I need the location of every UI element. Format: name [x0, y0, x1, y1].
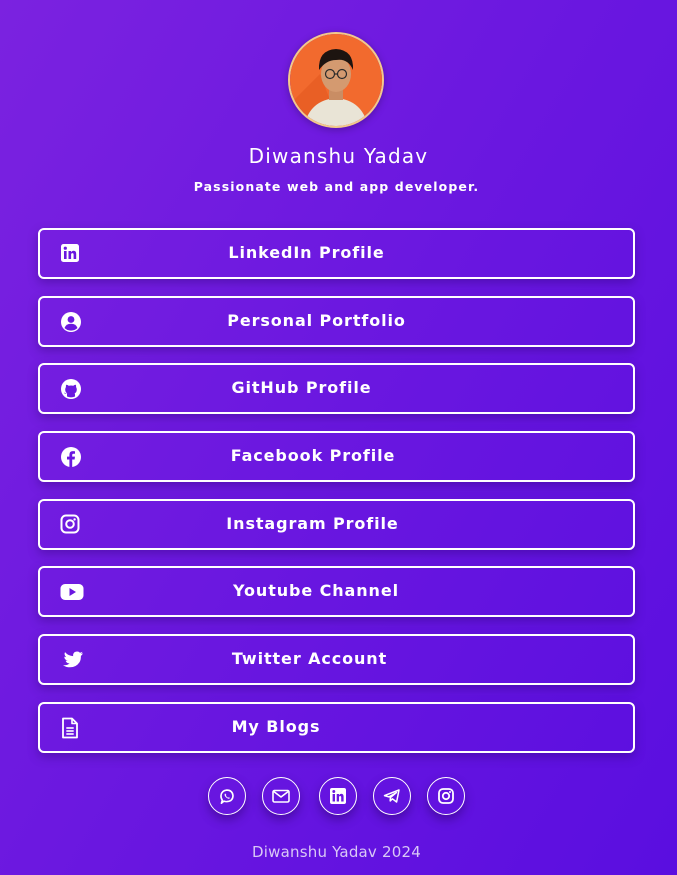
email-button[interactable]: [262, 777, 300, 815]
telegram-button[interactable]: [373, 777, 411, 815]
footer-text: Diwanshu Yadav 2024: [252, 843, 421, 861]
twitter-account-button[interactable]: Twitter Account: [38, 634, 635, 686]
link-list: LinkedIn Profile Personal Portfolio GitH…: [38, 228, 635, 770]
youtube-channel-button[interactable]: Youtube Channel: [38, 566, 635, 618]
twitter-account-label: Twitter Account: [231, 649, 388, 669]
instagram-button[interactable]: [427, 777, 465, 815]
my-blogs-label: My Blogs: [231, 716, 321, 736]
whatsapp-button[interactable]: [208, 777, 246, 815]
instagram-profile-button[interactable]: Instagram Profile: [38, 498, 635, 550]
youtube-channel-label: Youtube Channel: [233, 581, 399, 601]
my-blogs-button[interactable]: My Blogs: [38, 701, 635, 753]
facebook-profile-label: Facebook Profile: [230, 446, 396, 466]
instagram-profile-label: Instagram Profile: [226, 513, 399, 533]
profile-tagline: Passionate web and app developer.: [193, 179, 480, 194]
github-profile-label: GitHub Profile: [231, 378, 372, 398]
personal-portfolio-button[interactable]: Personal Portfolio: [38, 295, 635, 347]
social-icons-row: [0, 777, 677, 817]
linkedin-profile-button[interactable]: LinkedIn Profile: [38, 228, 635, 279]
linkedin-button[interactable]: [319, 777, 357, 815]
profile-name: Diwanshu Yadav: [248, 144, 429, 168]
github-profile-button[interactable]: GitHub Profile: [38, 363, 635, 415]
profile-avatar: [288, 32, 384, 128]
linkedin-profile-label: LinkedIn Profile: [228, 243, 385, 262]
facebook-profile-button[interactable]: Facebook Profile: [38, 431, 635, 483]
personal-portfolio-label: Personal Portfolio: [227, 310, 406, 330]
